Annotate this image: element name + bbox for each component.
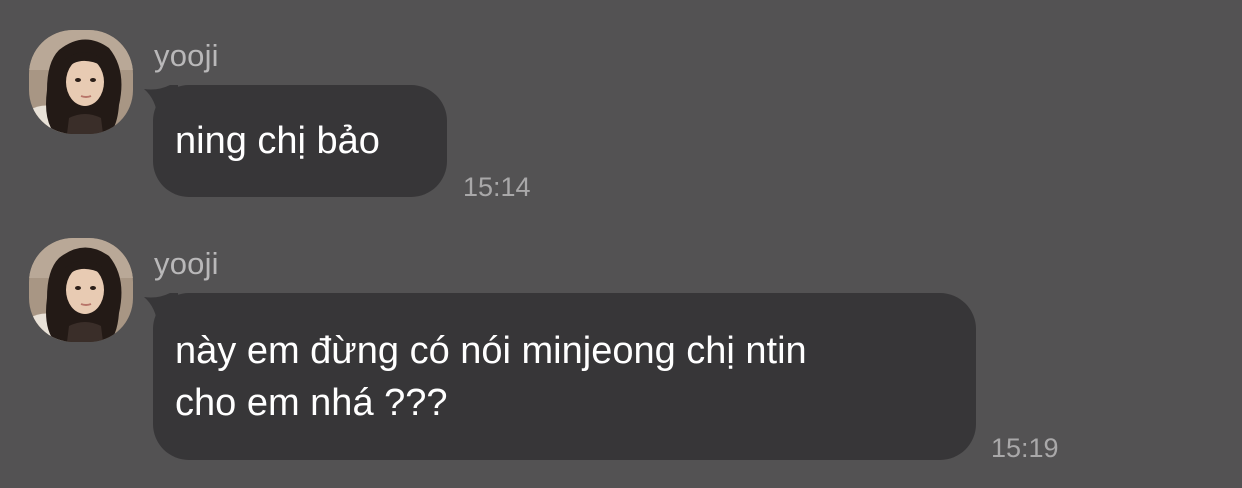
sender-name: yooji [154,38,219,73]
sender-name: yooji [154,246,219,281]
message-timestamp: 15:14 [463,172,531,202]
avatar-photo-icon [29,238,133,342]
avatar-photo-icon [29,30,133,134]
message-bubble[interactable]: ning chị bảo [144,85,447,197]
sender-avatar[interactable] [29,238,133,342]
sender-avatar[interactable] [29,30,133,134]
message-timestamp: 15:19 [991,433,1059,463]
message-bubble[interactable]: này em đừng có nói minjeong chị ntin cho… [144,293,976,460]
chat-thread: yooji ning chị bảo 15:14 yooji này em đừ… [0,0,1242,488]
bubble-tail-icon [144,293,178,327]
bubble-tail-icon [144,85,178,119]
message-text: này em đừng có nói minjeong chị ntin cho… [175,330,807,424]
message-text: ning chị bảo [175,120,380,162]
